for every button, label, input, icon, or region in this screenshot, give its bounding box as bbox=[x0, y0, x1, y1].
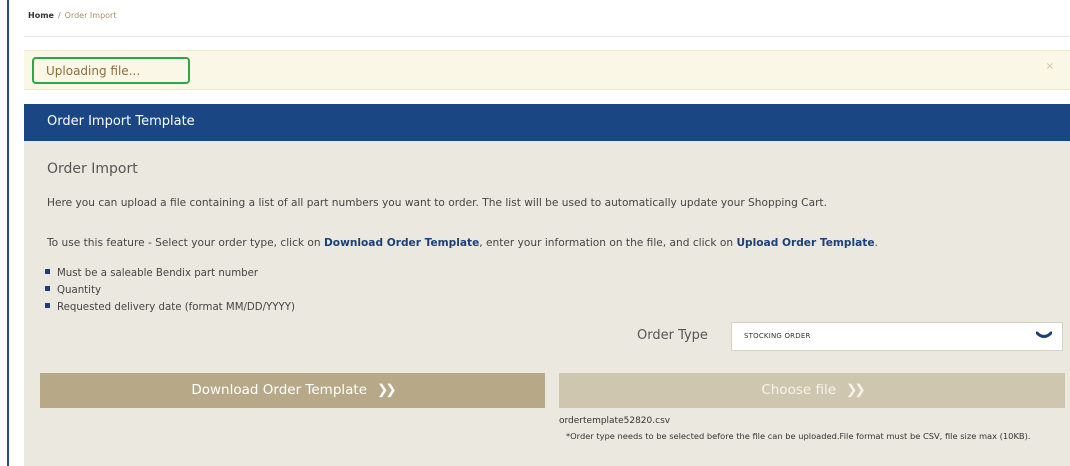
list-item: Must be a saleable Bendix part number bbox=[45, 265, 295, 282]
breadcrumb-divider bbox=[24, 36, 1070, 37]
breadcrumb-current: Order Import bbox=[64, 11, 117, 20]
download-order-template-link[interactable]: Download Order Template bbox=[324, 237, 479, 249]
panel-body: Order Import Here you can upload a file … bbox=[24, 141, 1070, 466]
bullet-square-icon bbox=[45, 269, 50, 274]
breadcrumb: Home / Order Import bbox=[28, 11, 116, 20]
list-item: Quantity bbox=[45, 282, 295, 299]
alert-message: Uploading file... bbox=[46, 64, 141, 78]
alert-highlight: Uploading file... bbox=[32, 57, 190, 84]
bullet-square-icon bbox=[45, 286, 50, 291]
upload-status-alert: Uploading file... × bbox=[24, 50, 1070, 90]
choose-file-button[interactable]: Choose file ❯❯ bbox=[559, 373, 1065, 408]
order-type-select[interactable]: STOCKING ORDER bbox=[731, 322, 1063, 351]
list-item-text: Quantity bbox=[57, 285, 102, 296]
list-item-text: Requested delivery date (format MM/DD/YY… bbox=[57, 302, 295, 313]
list-item: Requested delivery date (format MM/DD/YY… bbox=[45, 299, 295, 316]
window-left-border bbox=[7, 0, 9, 466]
description-text: Here you can upload a file containing a … bbox=[47, 197, 827, 209]
panel-title: Order Import Template bbox=[47, 114, 195, 129]
double-chevron-right-icon: ❯❯ bbox=[846, 382, 866, 398]
double-chevron-right-icon: ❯❯ bbox=[377, 382, 397, 398]
download-button-label: Download Order Template bbox=[191, 382, 368, 398]
section-title: Order Import bbox=[47, 161, 138, 177]
upload-order-template-link[interactable]: Upload Order Template bbox=[736, 237, 874, 249]
download-order-template-button[interactable]: Download Order Template ❯❯ bbox=[40, 373, 545, 408]
close-icon[interactable]: × bbox=[1046, 61, 1054, 72]
order-type-selected-value: STOCKING ORDER bbox=[744, 332, 811, 340]
requirements-list: Must be a saleable Bendix part number Qu… bbox=[45, 265, 295, 316]
instructions-suffix: . bbox=[874, 237, 878, 249]
instructions-middle: , enter your information on the file, an… bbox=[479, 237, 737, 249]
panel-header: Order Import Template bbox=[24, 104, 1070, 141]
choose-file-label: Choose file bbox=[761, 382, 837, 398]
breadcrumb-home-link[interactable]: Home bbox=[28, 11, 54, 20]
file-requirements-note: *Order type needs to be selected before … bbox=[566, 431, 1031, 441]
breadcrumb-separator: / bbox=[57, 11, 61, 20]
selected-file-name: ordertemplate52820.csv bbox=[559, 416, 671, 426]
chevron-down-icon bbox=[1036, 331, 1052, 338]
instructions-text: To use this feature - Select your order … bbox=[47, 237, 878, 249]
order-type-label: Order Type bbox=[637, 328, 708, 343]
bullet-square-icon bbox=[45, 303, 50, 308]
instructions-prefix: To use this feature - Select your order … bbox=[47, 237, 324, 249]
list-item-text: Must be a saleable Bendix part number bbox=[57, 268, 259, 279]
